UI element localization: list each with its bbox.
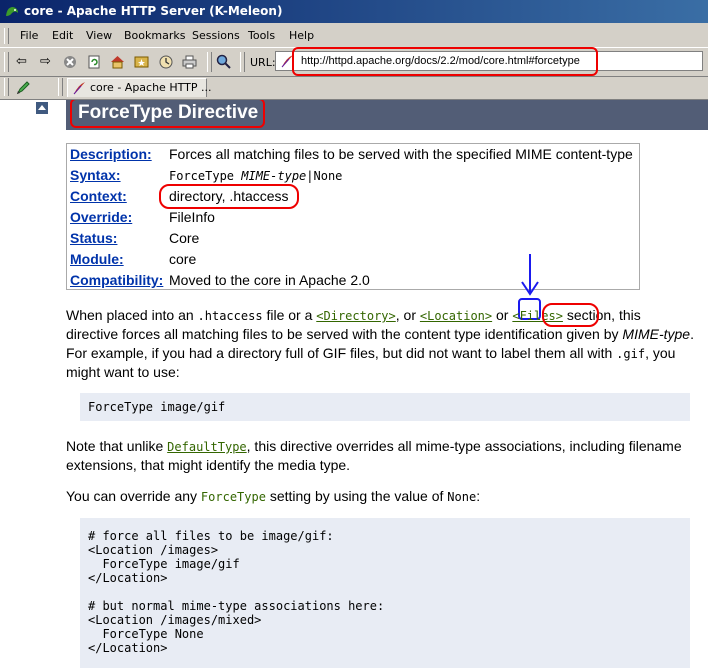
p1-text-e: , or: [395, 307, 420, 323]
toolbar-grip-3: [240, 52, 245, 72]
bookmark-folder-icon[interactable]: [132, 52, 151, 71]
p1-text-or: or: [492, 307, 513, 323]
compatibility-value: Moved to the core in Apache 2.0: [169, 272, 370, 288]
defaulttype-link[interactable]: DefaultType: [167, 440, 246, 454]
module-value: core: [169, 251, 197, 267]
p1-line2-end: .: [690, 326, 694, 342]
tab-grip: [4, 78, 9, 96]
gif-code: .gif: [616, 347, 646, 361]
p1-line3-text: For example, if you had a directory full…: [66, 345, 617, 361]
forcetype-code: ForceType: [200, 490, 266, 504]
paragraph-line-3: For example, if you had a directory full…: [66, 344, 675, 364]
directive-info-table: Description: Forces all matching files t…: [66, 143, 640, 290]
none-code: None: [447, 490, 477, 504]
syntax-link[interactable]: Syntax:: [70, 165, 121, 185]
url-highlight-annotation: [292, 47, 598, 76]
stop-icon[interactable]: [60, 52, 79, 71]
context-highlight-annotation: [159, 184, 299, 209]
p3-text-c: setting by using the value of: [265, 488, 448, 504]
tab-bar: core - Apache HTTP ...: [0, 76, 708, 100]
syntax-value: ForceType MIME-type|None: [169, 165, 342, 186]
tab-core[interactable]: core - Apache HTTP ...: [67, 78, 211, 97]
paragraph-line-4: might want to use:: [66, 364, 180, 380]
paragraph-defaulttype: Note that unlike DefaultType, this direc…: [66, 437, 682, 457]
menu-sessions[interactable]: Sessions: [192, 26, 240, 46]
override-link[interactable]: Override:: [70, 207, 132, 227]
syntax-code: ForceType: [169, 169, 242, 183]
p2-text-a: Note that unlike: [66, 438, 168, 454]
mime-type-italic: MIME-type: [622, 326, 691, 342]
window-title: core - Apache HTTP Server (K-Meleon): [24, 4, 283, 18]
menu-bookmarks[interactable]: Bookmarks: [124, 26, 185, 46]
p3-text-a: You can override any: [66, 488, 201, 504]
description-link[interactable]: Description:: [70, 144, 152, 164]
description-value: Forces all matching files to be served w…: [169, 146, 633, 162]
menu-edit[interactable]: Edit: [52, 26, 73, 46]
menu-tools[interactable]: Tools: [248, 26, 275, 46]
back-icon[interactable]: ⇦: [12, 52, 31, 71]
page-content: ForceType Directive Description: Forces …: [0, 100, 708, 668]
tab-grip-2: [58, 78, 63, 96]
module-link[interactable]: Module:: [70, 249, 124, 269]
menu-bar: File Edit View Bookmarks Sessions Tools …: [0, 26, 708, 46]
search-icon[interactable]: [214, 52, 233, 71]
p1-text-c: file or a: [262, 307, 317, 323]
p1-line2-text: directive forces all matching files to b…: [66, 326, 623, 342]
annotation-arrow-icon: [521, 254, 539, 296]
url-label: URL:: [250, 56, 276, 69]
home-icon[interactable]: [108, 52, 127, 71]
files-highlight-annotation: [542, 303, 599, 327]
tab-label: core - Apache HTTP ...: [90, 81, 212, 94]
directory-link[interactable]: <Directory>: [316, 309, 395, 323]
menu-view[interactable]: View: [86, 26, 112, 46]
code-example-2: # force all files to be image/gif: <Loca…: [80, 518, 690, 668]
title-highlight-annotation: [70, 100, 265, 128]
compatibility-link[interactable]: Compatibility:: [70, 270, 163, 290]
toolbar-grip: [4, 52, 9, 72]
tab-feather-icon: [73, 82, 85, 95]
paragraph-defaulttype-line-2: extensions, that might identify the medi…: [66, 457, 351, 473]
location-link[interactable]: <Location>: [420, 309, 492, 323]
bookmark-pen-icon[interactable]: [14, 78, 33, 97]
p2-text-c: , this directive overrides all mime-type…: [246, 438, 682, 454]
paragraph-line-2: directive forces all matching files to b…: [66, 325, 694, 344]
code-example-1: ForceType image/gif: [80, 393, 690, 421]
top-arrow-icon[interactable]: [36, 102, 48, 114]
history-icon[interactable]: [156, 52, 175, 71]
syntax-tail: |None: [306, 169, 343, 183]
p3-text-e: :: [476, 488, 481, 504]
reload-icon[interactable]: [84, 52, 103, 71]
context-link[interactable]: Context:: [70, 186, 127, 206]
override-value: FileInfo: [169, 209, 215, 225]
p1-text-a: When placed into an: [66, 307, 198, 323]
k-meleon-icon: [6, 7, 18, 16]
paragraph-override: You can override any ForceType setting b…: [66, 487, 480, 507]
menu-help[interactable]: Help: [289, 26, 314, 46]
print-icon[interactable]: [180, 52, 199, 71]
menu-grip: [4, 28, 9, 44]
title-bar: core - Apache HTTP Server (K-Meleon): [0, 0, 708, 23]
status-value: Core: [169, 230, 200, 246]
syntax-italic: MIME-type: [241, 169, 307, 183]
forward-icon[interactable]: ⇨: [36, 52, 55, 71]
status-link[interactable]: Status:: [70, 228, 117, 248]
menu-file[interactable]: File: [20, 26, 38, 46]
p1-line3-end: , you: [645, 345, 676, 361]
htaccess-code: .htaccess: [197, 309, 263, 323]
toolbar-grip-2: [207, 52, 212, 72]
